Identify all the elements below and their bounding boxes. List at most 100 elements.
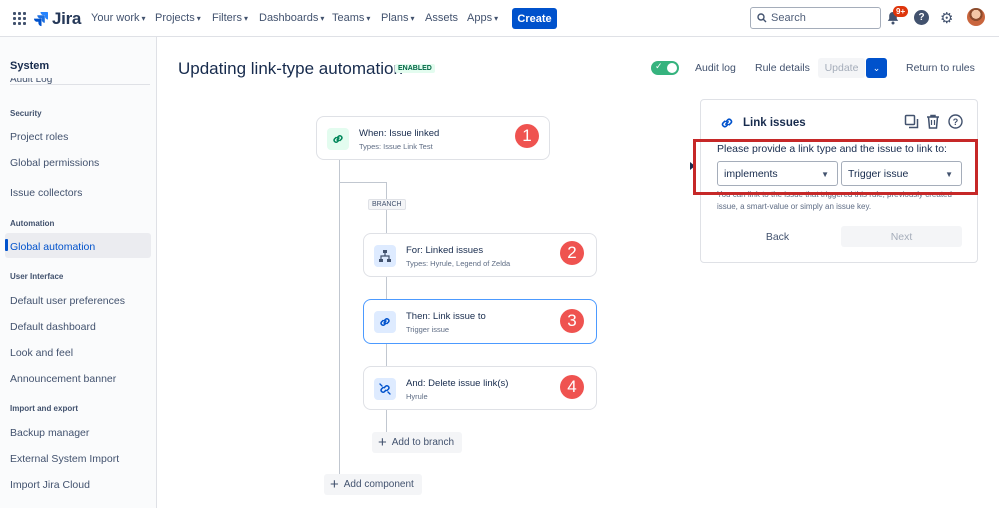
action-icon-wrapper [374,311,396,333]
link-icon [333,135,343,143]
sidebar-item-import-jira-cloud[interactable]: Import Jira Cloud [10,479,90,491]
branch-title: For: Linked issues [406,245,484,256]
step-number-badge: 1 [515,124,539,148]
page-title: Updating link-type automation [178,59,403,78]
annotation-highlight-box [693,139,978,195]
chevron-down-icon: ▾ [141,14,146,23]
action-subtitle: Hyrule [406,392,428,401]
nav-apps[interactable]: Apps ▾ [467,12,498,24]
sidebar: System Audit Log Security Project roles … [0,37,157,508]
help-circle-icon[interactable]: ? [947,113,963,129]
brand-name: Jira [52,9,82,28]
sidebar-item-look-and-feel[interactable]: Look and feel [10,347,73,359]
branch-icon-wrapper [374,245,396,267]
sidebar-item-issue-collectors[interactable]: Issue collectors [10,187,82,199]
trigger-title: When: Issue linked [359,128,440,139]
action-title: And: Delete issue link(s) [406,378,509,389]
plus-icon: + [378,434,387,451]
audit-log-button[interactable]: Audit log [695,62,736,74]
nav-plans[interactable]: Plans ▾ [381,12,415,24]
branch-tag: BRANCH [368,199,406,210]
sidebar-item-global-automation[interactable]: Global automation [10,241,95,253]
hierarchy-icon [379,250,391,262]
sidebar-item-default-dashboard[interactable]: Default dashboard [10,321,96,333]
add-to-branch-button[interactable]: + Add to branch [372,432,463,453]
nav-label: Dashboards [259,12,319,24]
sidebar-heading-import-export: Import and export [10,404,79,413]
rule-details-button[interactable]: Rule details [755,62,810,74]
update-options-button[interactable]: ⌄ [866,58,887,78]
trigger-card[interactable]: When: Issue linked Types: Issue Link Tes… [316,116,550,160]
flow-connector [339,182,386,183]
add-to-branch-label: Add to branch [391,437,455,448]
step-number-badge: 2 [560,241,584,265]
settings-gear-icon[interactable]: ⚙ [940,9,953,27]
chevron-down-icon: ▾ [196,14,201,23]
branch-card[interactable]: For: Linked issues Types: Hyrule, Legend… [363,233,597,277]
search-icon [757,13,767,23]
nav-projects[interactable]: Projects ▾ [155,12,201,24]
chevron-down-icon: ▾ [366,14,371,23]
sidebar-divider [10,84,150,85]
user-avatar[interactable] [967,8,985,26]
step-number-badge: 3 [560,309,584,333]
check-icon: ✓ [655,61,663,71]
sidebar-title: System [10,60,50,72]
nav-assets[interactable]: Assets [425,12,458,24]
nav-label: Filters [212,12,242,24]
panel-title: Link issues [743,117,806,129]
sidebar-item-external-system-import[interactable]: External System Import [10,453,119,465]
sidebar-item-backup-manager[interactable]: Backup manager [10,427,89,439]
nav-teams[interactable]: Teams ▾ [332,12,370,24]
action-title: Then: Link issue to [406,311,486,322]
sidebar-active-indicator [5,239,8,251]
add-component-label: Add component [343,479,414,490]
flow-connector [339,160,340,480]
search-box[interactable] [750,7,881,29]
help-icon[interactable]: ? [914,10,929,25]
top-navigation: Jira Your work ▾ Projects ▾ Filters ▾ Dashb… [0,0,999,37]
sidebar-heading-user-interface: User Interface [10,272,64,281]
svg-text:?: ? [952,117,958,127]
action-icon-wrapper [374,378,396,400]
next-button[interactable]: Next [841,226,962,247]
action-card-delete-link[interactable]: And: Delete issue link(s) Hyrule 4 [363,366,597,410]
nav-label: Teams [332,12,365,24]
unlink-icon [379,383,391,395]
app-switcher-icon[interactable] [13,12,26,25]
back-button[interactable]: Back [717,226,838,247]
sidebar-item-global-permissions[interactable]: Global permissions [10,157,99,169]
trash-icon[interactable] [925,113,941,129]
link-icon [721,118,733,128]
sidebar-heading-security: Security [10,109,42,118]
rule-enabled-toggle[interactable]: ✓ [651,61,679,75]
create-button[interactable]: Create [512,8,557,29]
update-button[interactable]: Update [818,58,865,78]
chevron-down-icon: ▾ [320,14,325,23]
duplicate-icon[interactable] [903,113,919,129]
sidebar-item-default-user-preferences[interactable]: Default user preferences [10,295,125,307]
trigger-subtitle: Types: Issue Link Test [359,142,433,151]
sidebar-item-announcement-banner[interactable]: Announcement banner [10,373,116,385]
jira-logo-icon [34,12,48,27]
chevron-down-icon: ⌄ [872,62,881,73]
add-component-button[interactable]: + Add component [324,474,422,495]
chevron-down-icon: ▾ [410,14,415,23]
jira-logo[interactable]: Jira [34,9,81,29]
nav-label: Plans [381,12,409,24]
nav-your-work[interactable]: Your work ▾ [91,12,146,24]
chevron-down-icon: ▾ [243,14,248,23]
nav-label: Apps [467,12,493,24]
notifications-badge: 9+ [893,6,909,17]
sidebar-item-project-roles[interactable]: Project roles [10,131,68,143]
action-subtitle: Trigger issue [406,325,450,334]
nav-filters[interactable]: Filters ▾ [212,12,248,24]
nav-label: Assets [425,12,459,24]
search-input[interactable] [771,12,871,24]
sidebar-heading-automation: Automation [10,219,55,228]
link-icon [380,318,390,326]
return-to-rules-button[interactable]: Return to rules [906,62,975,74]
action-card-link-issue[interactable]: Then: Link issue to Trigger issue 3 [363,299,597,344]
nav-dashboards[interactable]: Dashboards ▾ [259,12,324,24]
panel-toolbar: ? [903,113,963,129]
